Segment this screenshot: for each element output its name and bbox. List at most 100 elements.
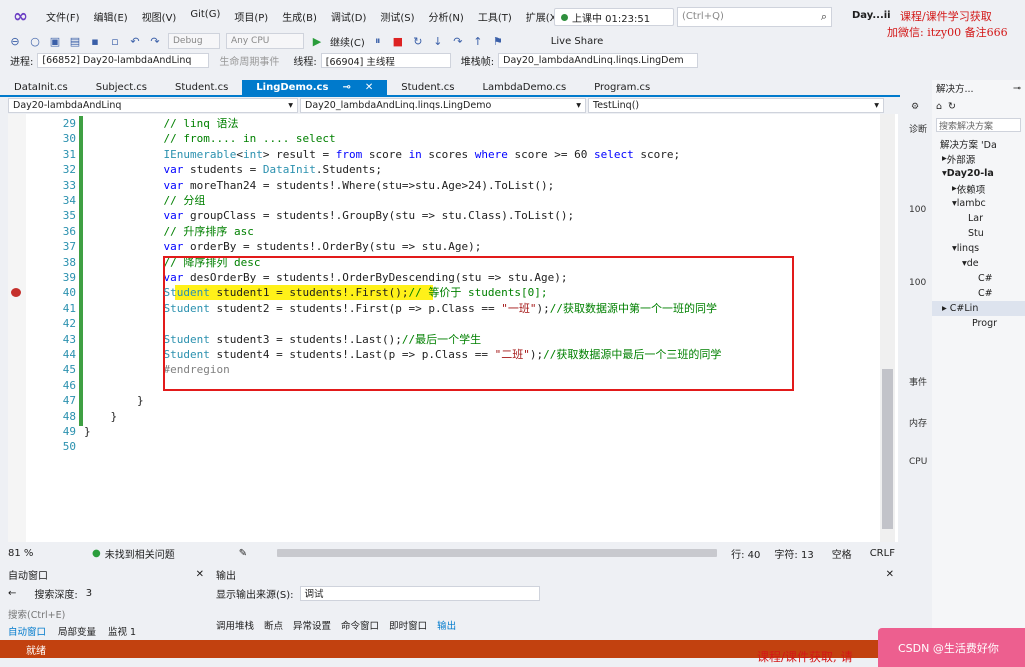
tree-node[interactable]: Progr xyxy=(932,316,1025,331)
scrollbar-thumb[interactable] xyxy=(882,369,893,529)
tab-command-window[interactable]: 命令窗口 xyxy=(341,618,379,632)
menu-tools[interactable]: 工具(T) xyxy=(471,9,519,24)
menu-build[interactable]: 生成(B) xyxy=(275,9,324,24)
tab-subject[interactable]: Subject.cs xyxy=(82,80,161,95)
refresh-icon[interactable]: ↻ xyxy=(948,101,956,112)
step-over-icon[interactable]: ↷ xyxy=(451,34,465,48)
tree-node[interactable]: ▸ 依赖项 xyxy=(932,181,1025,196)
redo-icon[interactable]: ↷ xyxy=(148,34,162,48)
tab-lambdademo[interactable]: LambdaDemo.cs xyxy=(468,80,580,95)
solution-search-input[interactable]: 搜索解决方案 xyxy=(936,118,1021,132)
back-icon[interactable]: ⊖ xyxy=(8,34,22,48)
stop-icon[interactable]: ■ xyxy=(391,34,405,48)
stack-frame-select[interactable]: Day20_lambdaAndLinq.linqs.LingDem xyxy=(498,53,699,68)
output-source-select[interactable]: 调试 xyxy=(299,585,540,601)
autos-search-input[interactable]: 搜索(Ctrl+E) xyxy=(8,607,208,621)
tab-call-stack[interactable]: 调用堆栈 xyxy=(216,618,254,632)
quick-search-input[interactable]: (Ctrl+Q) ⌕ xyxy=(677,7,832,27)
menu-debug[interactable]: 调试(D) xyxy=(324,9,374,24)
code-line[interactable]: 49} xyxy=(8,424,878,439)
pause-icon[interactable]: ⏸ xyxy=(371,34,385,48)
zoom-level[interactable]: 81 % xyxy=(8,548,56,559)
tree-node[interactable]: ▾ Day20-la xyxy=(932,166,1025,181)
tab-breakpoints[interactable]: 断点 xyxy=(264,618,283,632)
pin-icon[interactable]: ⊸ xyxy=(1013,83,1021,94)
code-line[interactable]: 36 // 升序排序 asc xyxy=(8,224,878,239)
indent-status[interactable]: 空格 xyxy=(832,546,852,561)
step-out-icon[interactable]: ↑ xyxy=(471,34,485,48)
menu-project[interactable]: 项目(P) xyxy=(227,9,275,24)
tree-node[interactable]: Stu xyxy=(932,226,1025,241)
tree-node[interactable]: ▸ 外部源 xyxy=(932,151,1025,166)
process-select[interactable]: [66852] Day20-lambdaAndLinq xyxy=(37,53,210,68)
tab-immediate-window[interactable]: 即时窗口 xyxy=(389,618,427,632)
menu-test[interactable]: 测试(S) xyxy=(373,9,421,24)
code-line[interactable]: 32 var students = DataInit.Students; xyxy=(8,162,878,177)
class-dropdown[interactable]: Day20_lambdaAndLinq.linqs.LingDemo ▾ xyxy=(300,98,586,113)
close-icon[interactable]: ✕ xyxy=(365,82,373,93)
solution-config-select[interactable]: Debug xyxy=(168,33,220,49)
depth-value[interactable]: 3 xyxy=(86,588,92,599)
save-all-icon[interactable]: ▫ xyxy=(108,34,122,48)
open-folder-icon[interactable]: ▤ xyxy=(68,34,82,48)
menu-edit[interactable]: 编辑(E) xyxy=(87,9,135,24)
save-icon[interactable]: ▪ xyxy=(88,34,102,48)
eol-status[interactable]: CRLF xyxy=(870,548,895,559)
issues-status[interactable]: 未找到相关问题 xyxy=(105,546,175,561)
new-project-icon[interactable]: ▣ xyxy=(48,34,62,48)
menu-git[interactable]: Git(G) xyxy=(183,9,227,24)
tree-node[interactable]: ▸ C# Lin xyxy=(932,301,1025,316)
tree-node[interactable]: C# xyxy=(932,286,1025,301)
tree-node[interactable]: 解决方案 'Da xyxy=(932,136,1025,151)
close-icon[interactable]: ✕ xyxy=(196,569,204,580)
back-arrow-icon[interactable]: ← xyxy=(8,588,16,599)
tree-node[interactable]: ▾ linqs xyxy=(932,241,1025,256)
undo-icon[interactable]: ↶ xyxy=(128,34,142,48)
tab-exception-settings[interactable]: 异常设置 xyxy=(293,618,331,632)
pin-icon[interactable]: ⊸ xyxy=(342,82,350,93)
csdn-badge[interactable]: CSDN @生活费好你 xyxy=(878,628,1025,667)
platform-select[interactable]: Any CPU xyxy=(226,33,304,49)
tree-node[interactable]: ▾ de xyxy=(932,256,1025,271)
tab-watch1[interactable]: 监视 1 xyxy=(108,624,136,638)
lifecycle-events-button[interactable]: 生命周期事件 xyxy=(219,53,279,68)
editor-scrollbar[interactable] xyxy=(880,114,895,542)
close-icon[interactable]: ✕ xyxy=(886,569,894,580)
code-line[interactable]: 47 } xyxy=(8,393,878,408)
menu-view[interactable]: 视图(V) xyxy=(135,9,184,24)
brush-icon[interactable]: ✎ xyxy=(239,548,247,559)
tab-locals[interactable]: 局部变量 xyxy=(58,624,96,638)
restart-icon[interactable]: ↻ xyxy=(411,34,425,48)
tree-node[interactable]: Lar xyxy=(932,211,1025,226)
tab-output[interactable]: 输出 xyxy=(437,618,456,632)
code-line[interactable]: 30 // from.... in .... select xyxy=(8,131,878,146)
code-line[interactable]: 37 var orderBy = students!.OrderBy(stu =… xyxy=(8,239,878,254)
code-line[interactable]: 34 // 分组 xyxy=(8,193,878,208)
menu-analyze[interactable]: 分析(N) xyxy=(422,9,471,24)
bookmark-icon[interactable]: ⚑ xyxy=(491,34,505,48)
tab-autos[interactable]: 自动窗口 xyxy=(8,624,46,638)
tab-program[interactable]: Program.cs xyxy=(580,80,664,95)
member-dropdown[interactable]: TestLinq() ▾ xyxy=(588,98,884,113)
code-line[interactable]: 29 // linq 语法 xyxy=(8,116,878,131)
tree-node[interactable]: C# xyxy=(932,271,1025,286)
thread-select[interactable]: [66904] 主线程 xyxy=(320,53,451,68)
home-icon[interactable]: ⌂ xyxy=(936,101,942,112)
continue-icon[interactable]: ▶ xyxy=(310,34,324,48)
breakpoint-arrow-icon[interactable] xyxy=(11,288,21,298)
tab-datainit[interactable]: DataInit.cs xyxy=(0,80,82,95)
tab-student-2[interactable]: Student.cs xyxy=(387,80,468,95)
code-line[interactable]: 50 xyxy=(8,439,878,454)
step-into-icon[interactable]: ↓ xyxy=(431,34,445,48)
tab-lingdemo[interactable]: LingDemo.cs ⊸ ✕ xyxy=(242,80,388,95)
code-line[interactable]: 35 var groupClass = students!.GroupBy(st… xyxy=(8,208,878,223)
code-line[interactable]: 33 var moreThan24 = students!.Where(stu=… xyxy=(8,178,878,193)
tab-student[interactable]: Student.cs xyxy=(161,80,242,95)
forward-icon[interactable]: ○ xyxy=(28,34,42,48)
running-indicator[interactable]: 上课中 01:23:51 xyxy=(554,8,674,26)
tree-node[interactable]: ▾ lambc xyxy=(932,196,1025,211)
menu-file[interactable]: 文件(F) xyxy=(39,9,87,24)
gear-icon[interactable]: ⚙ xyxy=(911,102,919,112)
project-dropdown[interactable]: Day20-lambdaAndLinq ▾ xyxy=(8,98,298,113)
continue-button[interactable]: 继续(C) xyxy=(330,34,365,49)
